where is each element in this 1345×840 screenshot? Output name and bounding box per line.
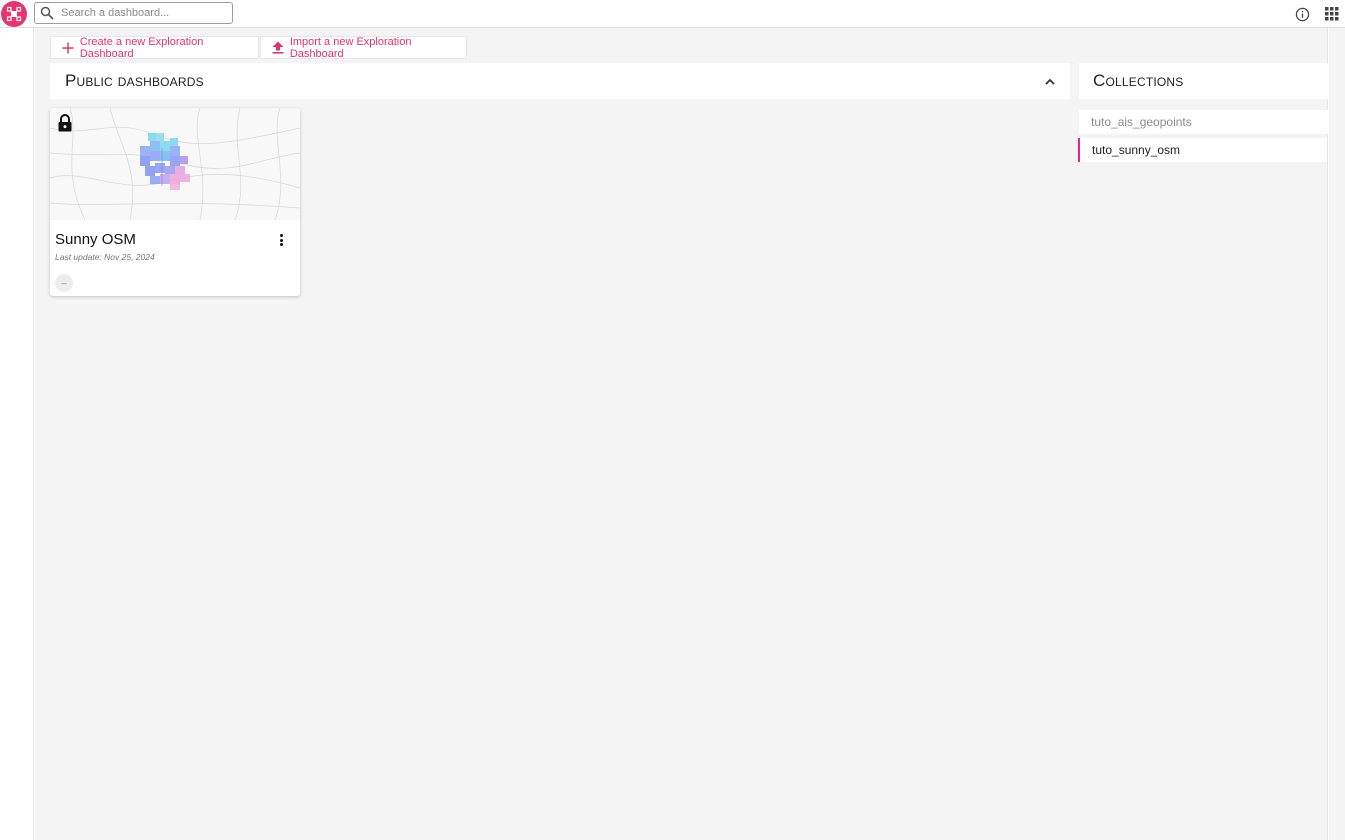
- more-vert-icon[interactable]: [274, 232, 288, 248]
- create-dashboard-label: Create a new Exploration Dashboard: [79, 35, 204, 60]
- collections-header: Collections: [1079, 63, 1328, 99]
- public-dashboards-title: Public dashboards: [65, 71, 204, 90]
- left-sidebar: [0, 28, 34, 840]
- chevron-up-icon: [1045, 78, 1055, 85]
- arlas-logo-icon[interactable]: [1, 1, 27, 27]
- upload-icon: [271, 41, 285, 55]
- search-icon: [37, 3, 57, 23]
- public-dashboards-header: Public dashboards: [50, 63, 1070, 99]
- lock-icon: [57, 114, 75, 132]
- map-preview-image: [50, 108, 300, 220]
- info-circle-icon: [1295, 7, 1309, 21]
- collection-item[interactable]: tuto_ais_geopoints: [1079, 110, 1328, 134]
- collections-title: Collections: [1093, 71, 1184, 90]
- dashboard-thumbnail[interactable]: [50, 108, 300, 220]
- search-box: [34, 2, 233, 24]
- top-bar: [0, 0, 1345, 28]
- dashboard-last-update: Last update: Nov 25, 2024: [55, 252, 155, 262]
- import-dashboard-button[interactable]: Import a new Exploration Dashboard: [260, 35, 467, 60]
- info-button[interactable]: [1294, 6, 1310, 22]
- plus-icon: [61, 41, 75, 55]
- dashboard-card-title[interactable]: Sunny OSM: [55, 231, 136, 248]
- apps-grid-icon: [1325, 7, 1339, 21]
- collection-item-label: tuto_sunny_osm: [1092, 143, 1181, 157]
- dashboard-card: Sunny OSM Last update: Nov 25, 2024 --: [50, 108, 300, 296]
- import-dashboard-label: Import a new Exploration Dashboard: [289, 35, 412, 60]
- collection-item-label: tuto_ais_geopoints: [1091, 115, 1192, 129]
- apps-button[interactable]: [1325, 7, 1339, 21]
- collapse-button[interactable]: [1042, 73, 1058, 89]
- collection-item-selected[interactable]: tuto_sunny_osm: [1078, 138, 1327, 162]
- search-input[interactable]: [61, 7, 221, 19]
- create-dashboard-button[interactable]: Create a new Exploration Dashboard: [50, 35, 259, 60]
- scrollbar-track[interactable]: [1329, 28, 1345, 840]
- dashboard-tag-chip[interactable]: --: [55, 274, 73, 292]
